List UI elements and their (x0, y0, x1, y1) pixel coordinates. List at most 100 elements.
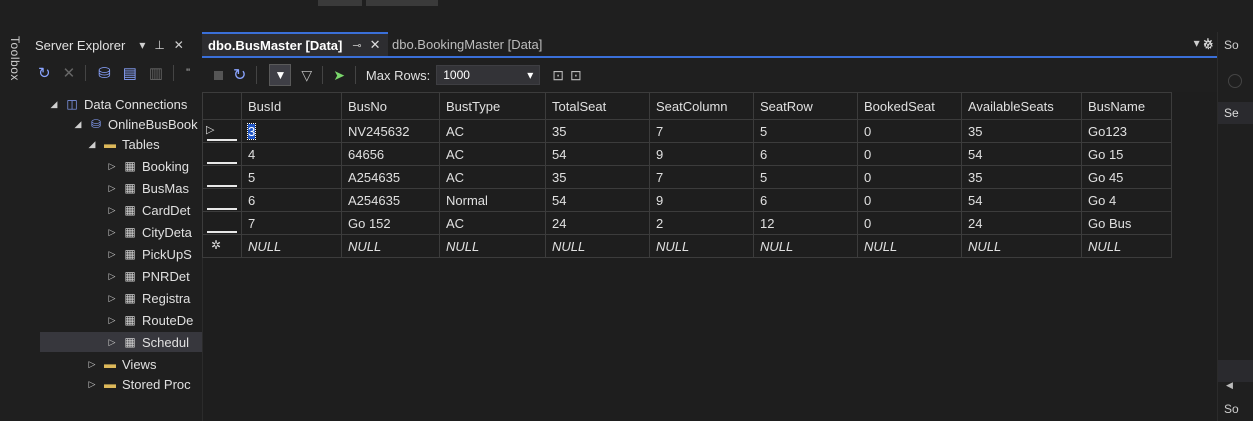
connect-server-icon[interactable]: ▤ (123, 64, 137, 82)
table-cell[interactable]: NULL (857, 234, 962, 258)
table-cell[interactable]: 5 (753, 165, 858, 189)
column-header[interactable]: SeatColumn (649, 92, 754, 120)
panel-tab[interactable]: So (1224, 402, 1239, 416)
close-icon[interactable]: ✕ (174, 38, 184, 52)
table-cell[interactable]: 7 (649, 119, 754, 143)
table-cell[interactable]: 12 (753, 211, 858, 235)
table-cell[interactable]: AC (439, 142, 546, 166)
table-cell[interactable]: 9 (649, 188, 754, 212)
table-cell[interactable]: 54 (545, 142, 650, 166)
tree-node-table[interactable]: ▷ ▦ CityDeta (106, 222, 192, 242)
table-cell[interactable]: 6 (241, 188, 342, 212)
table-cell[interactable]: 0 (857, 211, 962, 235)
row-header[interactable]: ▷ (202, 119, 242, 143)
table-cell[interactable]: 0 (857, 119, 962, 143)
table-cell[interactable]: 9 (649, 142, 754, 166)
column-header[interactable]: BustType (439, 92, 546, 120)
table-row[interactable]: 6 A254635 Normal 54 9 6 0 54 Go 4 (202, 188, 1172, 212)
table-cell[interactable]: NULL (545, 234, 650, 258)
collapsed-arrow-icon[interactable]: ▷ (106, 293, 118, 304)
table-cell[interactable]: 2 (649, 211, 754, 235)
row-header[interactable] (202, 165, 242, 189)
tree-node-table-selected[interactable]: ▷ ▦ Schedul (40, 332, 202, 352)
table-cell[interactable]: 4 (241, 142, 342, 166)
azure-icon[interactable]: ▥ (149, 64, 163, 82)
gear-icon[interactable]: ⚙ (1203, 38, 1214, 52)
table-cell[interactable]: NULL (649, 234, 754, 258)
toolbox-panel[interactable]: Toolbox (0, 32, 31, 421)
scroll-left-icon[interactable]: ◀ (1226, 380, 1233, 391)
toolbox-label[interactable]: Toolbox (8, 36, 22, 81)
max-rows-select[interactable]: 1000 ▾ (436, 65, 541, 85)
table-cell[interactable]: 54 (961, 188, 1082, 212)
table-cell[interactable]: 54 (545, 188, 650, 212)
execute-sql-icon[interactable]: ➤ (333, 67, 345, 84)
script-copy-icon[interactable]: ⊡ (570, 67, 582, 84)
new-row[interactable]: ✲ NULL NULL NULL NULL NULL NULL NULL NUL… (202, 234, 1172, 258)
table-cell[interactable]: 24 (961, 211, 1082, 235)
table-row[interactable]: 4 64656 AC 54 9 6 0 54 Go 15 (202, 142, 1172, 166)
table-cell[interactable]: Go 4 (1081, 188, 1172, 212)
collapsed-arrow-icon[interactable]: ▷ (106, 183, 118, 194)
close-tab-icon[interactable]: ✕ (370, 37, 381, 53)
row-header[interactable] (202, 142, 242, 166)
table-cell[interactable]: A254635 (341, 165, 440, 189)
table-cell[interactable]: 0 (857, 188, 962, 212)
expanded-arrow-icon[interactable]: ◢ (48, 99, 60, 110)
column-header[interactable]: SeatRow (753, 92, 858, 120)
table-cell[interactable]: 35 (961, 119, 1082, 143)
table-cell[interactable]: 6 (753, 142, 858, 166)
refresh-icon[interactable]: ↻ (233, 65, 246, 85)
table-row[interactable]: 5 A254635 AC 35 7 5 0 35 Go 45 (202, 165, 1172, 189)
tree-node-stored-procedures[interactable]: ▷ ▬ Stored Proc (86, 374, 191, 394)
table-cell[interactable]: 5 (241, 165, 342, 189)
table-cell[interactable]: 35 (961, 165, 1082, 189)
table-row[interactable]: 7 Go 152 AC 24 2 12 0 24 Go Bus (202, 211, 1172, 235)
tree-node-table[interactable]: ▷ ▦ CardDet (106, 200, 191, 220)
table-cell[interactable]: Go 152 (341, 211, 440, 235)
collapsed-arrow-icon[interactable]: ▷ (106, 161, 118, 172)
tree-node-table[interactable]: ▷ ▦ BusMas (106, 178, 189, 198)
collapsed-arrow-icon[interactable]: ▷ (106, 337, 118, 348)
tree-node-table[interactable]: ▷ ▦ PickUpS (106, 244, 192, 264)
table-cell[interactable]: 7 (649, 165, 754, 189)
column-header[interactable]: TotalSeat (545, 92, 650, 120)
tree-node-views[interactable]: ▷ ▬ Views (86, 354, 157, 374)
table-cell[interactable]: 6 (753, 188, 858, 212)
table-cell[interactable]: 64656 (341, 142, 440, 166)
expanded-arrow-icon[interactable]: ◢ (72, 119, 84, 130)
tree-node-table[interactable]: ▷ ▦ Booking (106, 156, 189, 176)
table-cell[interactable]: 24 (545, 211, 650, 235)
tree-node-table[interactable]: ▷ ▦ PNRDet (106, 266, 190, 286)
table-cell[interactable]: Go Bus (1081, 211, 1172, 235)
script-icon[interactable]: ⊡ (552, 67, 564, 84)
stop-query-icon[interactable] (214, 70, 223, 80)
tree-node-table[interactable]: ▷ ▦ RouteDe (106, 310, 194, 330)
table-cell-selected[interactable]: 3 (241, 119, 342, 143)
table-cell[interactable]: Go 45 (1081, 165, 1172, 189)
tab-busmaster-data[interactable]: dbo.BusMaster [Data] ⊸ ✕ (202, 32, 388, 56)
table-cell[interactable]: NULL (961, 234, 1082, 258)
tree-node-table[interactable]: ▷ ▦ Registra (106, 288, 191, 308)
table-cell[interactable]: NULL (439, 234, 546, 258)
table-row[interactable]: ▷ 3 NV245632 AC 35 7 5 0 35 Go123 (202, 119, 1172, 143)
collapsed-arrow-icon[interactable]: ▷ (106, 315, 118, 326)
table-cell[interactable]: NULL (341, 234, 440, 258)
row-header[interactable] (202, 211, 242, 235)
collapsed-arrow-icon[interactable]: ▷ (106, 249, 118, 260)
table-cell[interactable]: Go 15 (1081, 142, 1172, 166)
row-header[interactable]: ✲ (202, 234, 242, 258)
table-cell[interactable]: 0 (857, 142, 962, 166)
table-cell[interactable]: AC (439, 119, 546, 143)
table-cell[interactable]: 35 (545, 119, 650, 143)
filter-icon[interactable]: ▽ (301, 67, 312, 84)
table-cell[interactable]: A254635 (341, 188, 440, 212)
table-cell[interactable]: Go123 (1081, 119, 1172, 143)
table-cell[interactable]: NULL (753, 234, 858, 258)
table-cell[interactable]: 35 (545, 165, 650, 189)
back-icon[interactable] (1228, 74, 1242, 88)
table-cell[interactable]: NULL (1081, 234, 1172, 258)
column-header[interactable]: BusId (241, 92, 342, 120)
column-header[interactable]: BusNo (341, 92, 440, 120)
tab-bookingmaster-data[interactable]: dbo.BookingMaster [Data] (388, 32, 566, 56)
